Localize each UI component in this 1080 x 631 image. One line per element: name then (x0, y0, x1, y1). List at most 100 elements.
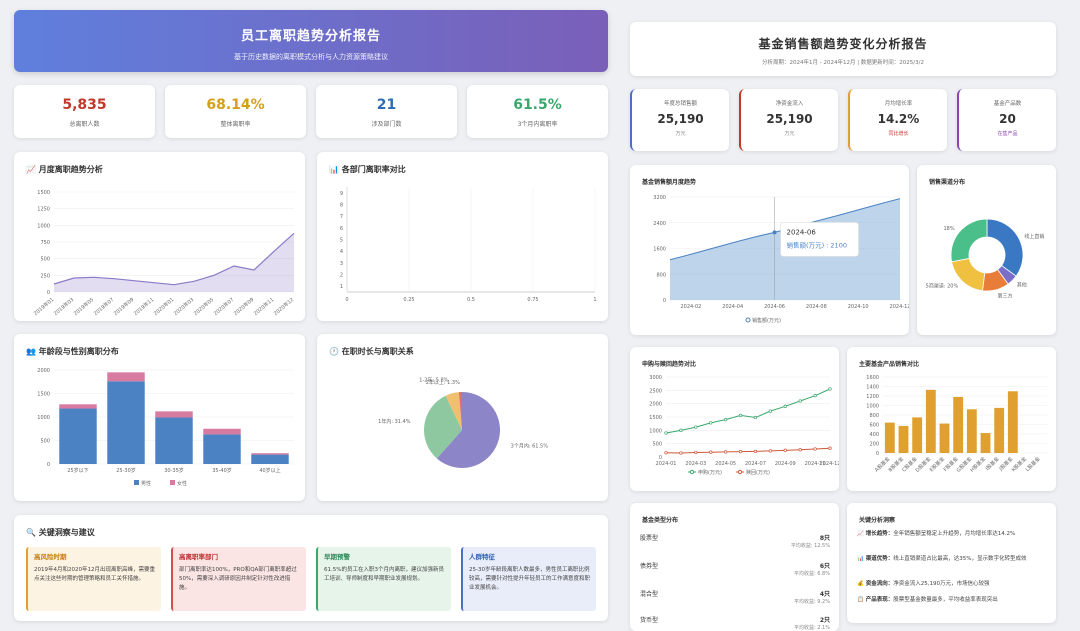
bar-male (155, 417, 193, 464)
x-tick-label: 0.5 (467, 297, 475, 303)
bar-male (107, 381, 145, 464)
analysis-card: 关键分析洞察 📈 增长趋势：全年销售额呈稳定上升趋势，月均增长率达14.2% 📊… (847, 503, 1056, 623)
y-tick-label: 1600 (866, 375, 879, 381)
kpi-total-leavers: 5,835 总离职人数 (14, 85, 155, 138)
kpi-3month-rate: 61.5% 3个月内离职率 (467, 85, 608, 138)
analysis-item: 📊 渠道优势：线上直销渠道占比最高，达35%，显示数字化转型成效 (857, 555, 1042, 564)
y-tick-label: 750 (40, 240, 50, 246)
y-tick-label: 3200 (653, 195, 666, 201)
y-tick-label: 1000 (37, 223, 50, 229)
insight-heading: 高离职率部门 (179, 553, 218, 561)
series-point (753, 449, 758, 454)
x-tick-label: 2019年09 (112, 296, 135, 317)
x-tick-label: 2020年01 (152, 296, 175, 317)
x-tick-label: 2019年11 (132, 296, 155, 317)
legend-label: 销售额(万元) (752, 317, 781, 324)
x-tick-label: 2024-12 (890, 304, 909, 310)
insight-population: 人群特征 25-30岁年龄段离职人数最多，男性员工离职比例较高，需要针对性提升年… (461, 547, 596, 611)
y-tick-label: 3000 (649, 375, 662, 381)
panel-title: 关键分析洞察 (859, 517, 896, 524)
left-report-header: 员工离职趋势分析报告 基于历史数据的离职模式分析与人力资源策略建议 (14, 10, 608, 72)
donut-label: 第三方 (997, 293, 1012, 300)
x-tick-label: 2024-09 (775, 461, 796, 467)
product-bar (925, 389, 936, 453)
analysis-body: 全年销售额呈稳定上升趋势，月均增长率达14.2% (893, 531, 1016, 537)
product-bar (994, 407, 1005, 453)
kpi-label: 净资金流入 (775, 101, 804, 107)
kpi-unit: 在售产品 (997, 131, 1018, 137)
series-line (665, 388, 831, 434)
insight-body: 2019年4月和2020年12月出现离职高峰，需要重点关注这些时期的管理策略和员… (34, 567, 155, 582)
donut-slice (950, 218, 988, 263)
analysis-item: 📈 增长趋势：全年销售额呈稳定上升趋势，月均增长率达14.2% (857, 530, 1042, 539)
pie-label: 1年内: 31.4% (378, 418, 411, 425)
x-tick-label: K股基金 (1010, 455, 1028, 473)
x-tick-label: 2024-05 (715, 461, 736, 467)
monthly-trend-chart: 02505007501000125015002019年012019年032019… (32, 190, 295, 317)
y-tick-label: 9 (340, 191, 343, 197)
x-tick-label: I股基金 (984, 455, 1001, 472)
bar-male (251, 454, 289, 464)
kpi-label: 涉及部门数 (371, 121, 402, 128)
x-tick-label: 2019年05 (72, 296, 95, 317)
y-tick-label: 500 (40, 439, 50, 445)
fund-type-perf: 平均收益: 9.2% (794, 599, 830, 605)
legend-label: 申购(万元) (698, 469, 722, 476)
product-bar (966, 409, 977, 453)
y-tick-label: 5 (340, 238, 343, 244)
y-tick-label: 500 (652, 442, 662, 448)
channel-donut-chart: 线上直销其他第三方 5商渠道: 20% 18% (926, 218, 1044, 300)
y-tick-label: 1600 (653, 247, 666, 253)
y-tick-label: 200 (869, 442, 879, 448)
series-point (828, 446, 832, 450)
analysis-head: 📊 渠道优势： (857, 556, 894, 562)
fund-type-count: 4只 (819, 591, 830, 598)
product-bar (1007, 391, 1018, 453)
kpi-net-inflow: 净资金流入 25,190 万元 (739, 89, 838, 151)
y-tick-label: 1500 (37, 190, 50, 196)
y-tick-label: 1200 (866, 394, 879, 400)
product-bar (912, 417, 923, 453)
y-tick-label: 8 (340, 203, 343, 209)
x-tick-label: 25-30岁 (116, 467, 136, 474)
x-tick-label: 1 (593, 297, 596, 303)
x-tick-label: 2024-02 (680, 304, 701, 310)
y-tick-label: 0 (876, 451, 879, 457)
legend-label: 男性 (141, 480, 151, 487)
series-point (783, 448, 787, 452)
bar-female (251, 453, 289, 455)
series-point (709, 421, 713, 425)
insight-body: 25-30岁年龄段离职人数最多，男性员工离职比例较高，需要针对性提升年轻员工的工… (469, 567, 591, 591)
sales-trend-card: 基金销售额月度趋势 0 800 1600 2400 3200 2024-02 2024-04… (630, 165, 909, 335)
series-point (783, 404, 787, 408)
legend-marker (737, 469, 743, 475)
series-point (768, 449, 773, 453)
series-point (768, 409, 773, 413)
fund-type-count: 8只 (819, 535, 830, 542)
donut-label: 其他 (1017, 282, 1027, 289)
kpi-label: 年度总销售额 (663, 101, 697, 107)
left-report-subtitle: 基于历史数据的离职模式分析与人力资源策略建议 (234, 53, 388, 61)
y-tick-label: 2500 (649, 388, 662, 394)
kpi-value: 25,190 (766, 112, 813, 126)
legend-swatch (134, 480, 139, 485)
analysis-body: 线上直销渠道占比最高，达35%，显示数字化转型成效 (893, 556, 1027, 562)
x-tick-label: 0.25 (403, 297, 414, 303)
series-point (664, 451, 668, 455)
legend-label: 女性 (177, 480, 187, 487)
y-tick-label: 1500 (649, 415, 662, 421)
kpi-value: 14.2% (877, 112, 920, 126)
fund-type-count: 6只 (819, 563, 830, 570)
series-line (665, 447, 831, 454)
x-tick-label: 35-40岁 (212, 467, 232, 474)
x-tick-label: 2020年07 (212, 296, 235, 317)
insights-card: 🔍 关键洞察与建议 高风险时期 2019年4月和2020年12月出现离职高峰，需… (14, 515, 608, 621)
x-tick-label: 0 (345, 297, 348, 303)
x-tick-label: 2024-06 (764, 304, 785, 310)
age-gender-chart: 0 500 1000 1500 2000 25岁以下 25-30岁 30-35岁 35-40岁 4… (37, 368, 294, 487)
y-tick-label: 1 (340, 284, 343, 290)
analysis-item: 📋 产品表现：股票型基金数量最多，平均收益率表现突出 (857, 596, 1042, 605)
kpi-dept-count: 21 涉及部门数 (316, 85, 457, 138)
fund-types-card: 基金类型分布 股票型 8只 平均收益: 12.5% 债券型 6只 平均收益: 6… (630, 503, 839, 631)
y-tick-label: 3 (340, 261, 343, 267)
